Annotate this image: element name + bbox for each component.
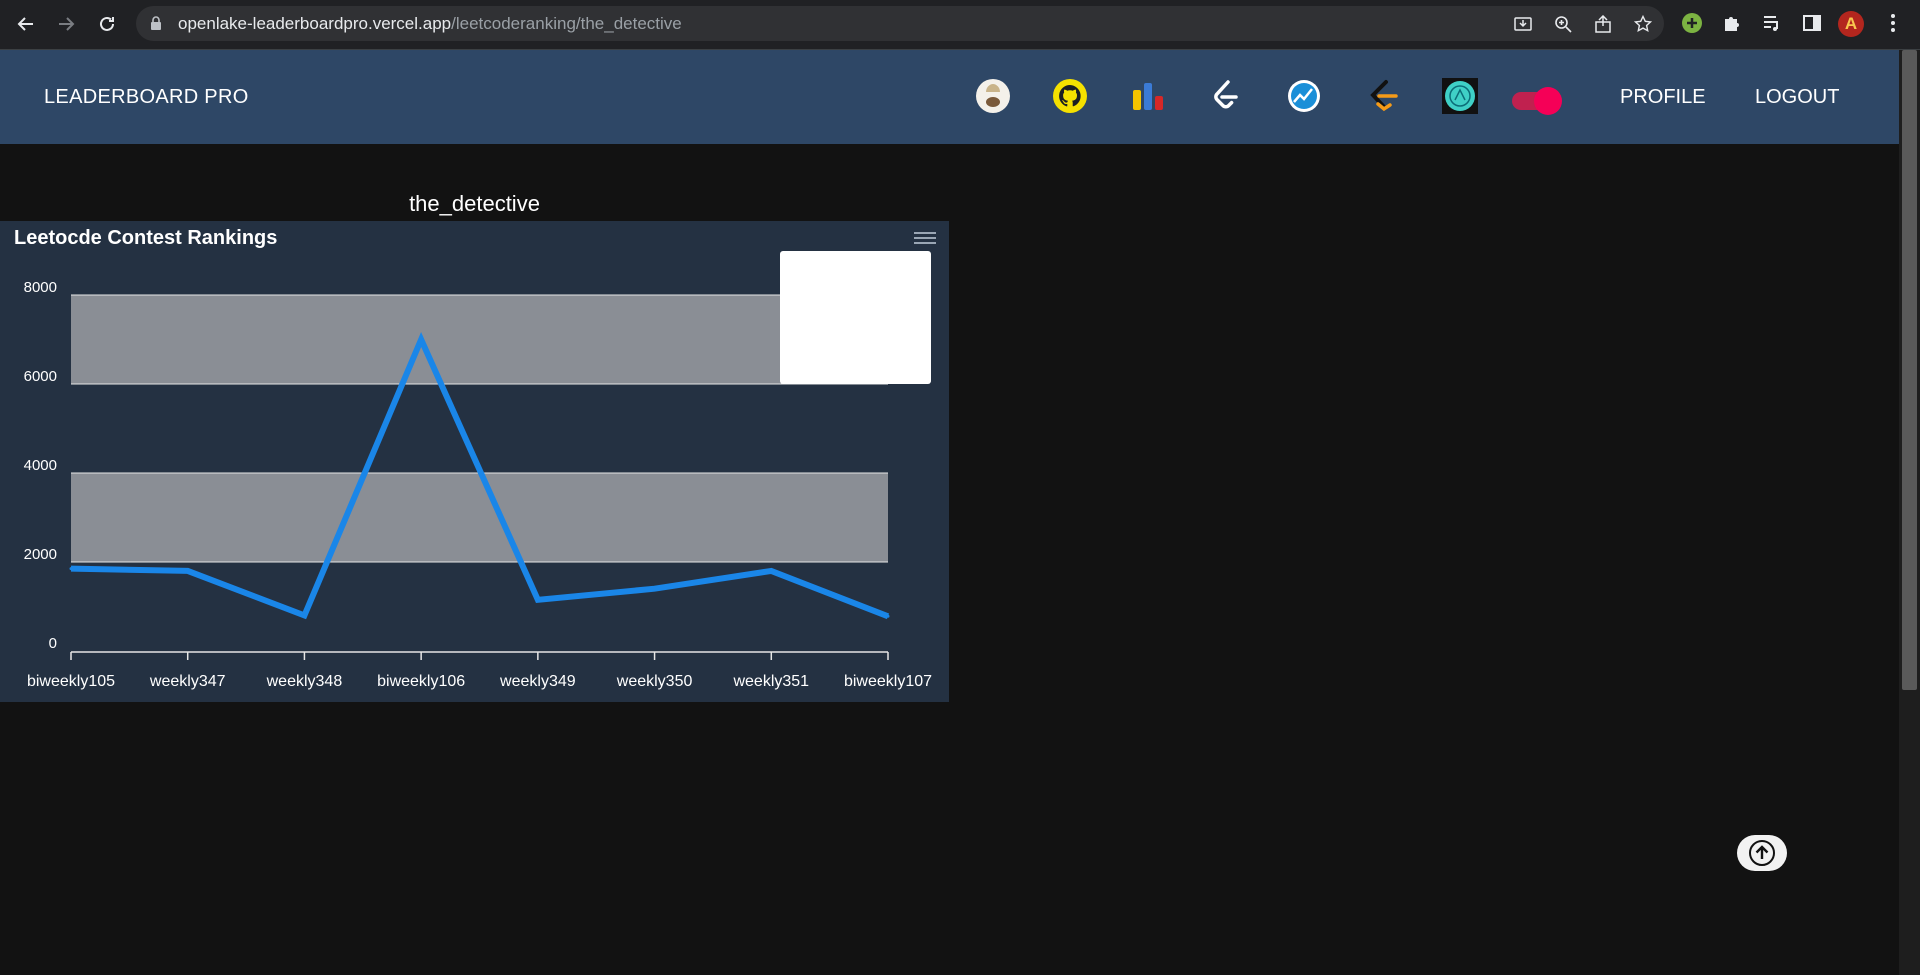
- leetcode-icon[interactable]: [1208, 78, 1244, 114]
- back-icon[interactable]: [12, 10, 40, 38]
- scroll-to-top-button[interactable]: [1737, 835, 1787, 871]
- theme-toggle[interactable]: [1512, 87, 1562, 115]
- y-tick-label: 8000: [24, 279, 57, 296]
- x-tick-label: weekly350: [616, 673, 693, 690]
- x-tick-label: weekly351: [732, 673, 809, 690]
- chart-legend: [780, 251, 931, 384]
- data-point: [302, 613, 306, 617]
- data-point: [186, 569, 190, 573]
- menu-icon[interactable]: [1880, 10, 1906, 36]
- data-point: [769, 569, 773, 573]
- scrollbar-thumb[interactable]: [1902, 50, 1917, 690]
- logout-link[interactable]: LOGOUT: [1755, 86, 1839, 109]
- x-tick-label: weekly348: [266, 673, 343, 690]
- data-point: [886, 614, 890, 618]
- y-tick-label: 4000: [24, 457, 57, 474]
- brand-title[interactable]: LEADERBOARD PRO: [44, 86, 249, 109]
- profile-link[interactable]: PROFILE: [1620, 86, 1706, 109]
- x-tick-label: weekly349: [499, 673, 576, 690]
- page-scrollbar[interactable]: [1899, 50, 1920, 975]
- x-tick-label: weekly347: [149, 673, 226, 690]
- x-tick-label: biweekly106: [377, 673, 465, 690]
- forward-icon[interactable]: [52, 10, 80, 38]
- openlake-icon[interactable]: [1442, 78, 1478, 114]
- address-bar[interactable]: openlake-leaderboardpro.vercel.app/leetc…: [136, 6, 1664, 41]
- x-tick-label: biweekly105: [27, 673, 115, 690]
- plot-band: [71, 473, 888, 562]
- contest-ranking-chart: Leetocde Contest Rankings 0 2000 4000 6000 8…: [0, 221, 949, 702]
- puzzle-icon[interactable]: [1719, 10, 1745, 36]
- plot-band: [71, 295, 888, 384]
- data-point: [69, 567, 73, 571]
- browser-toolbar: openlake-leaderboardpro.vercel.app/leetc…: [0, 0, 1920, 50]
- arrow-up-icon: [1749, 840, 1775, 866]
- data-point: [653, 587, 657, 591]
- x-tick-label: biweekly107: [844, 673, 932, 690]
- zoom-icon[interactable]: [1553, 14, 1573, 34]
- bar-chart-icon[interactable]: [1130, 78, 1166, 114]
- bookmark-star-icon[interactable]: [1633, 14, 1653, 34]
- reload-icon[interactable]: [93, 10, 121, 38]
- toggle-knob[interactable]: [1534, 87, 1562, 115]
- codeforces-icon[interactable]: [1286, 78, 1322, 114]
- username-heading: the_detective: [409, 191, 540, 216]
- y-tick-label: 0: [49, 635, 57, 652]
- y-tick-label: 2000: [24, 546, 57, 563]
- github-icon[interactable]: [1052, 78, 1088, 114]
- data-point: [536, 598, 540, 602]
- extension-icon[interactable]: [1679, 10, 1705, 36]
- leetcode-ranking-icon[interactable]: [1364, 78, 1400, 114]
- data-point: [419, 338, 423, 341]
- codechef-icon[interactable]: [975, 78, 1011, 114]
- install-app-icon[interactable]: [1513, 14, 1533, 34]
- media-icon[interactable]: [1759, 10, 1785, 36]
- sidebar-icon[interactable]: [1799, 10, 1825, 36]
- profile-avatar[interactable]: A: [1838, 11, 1864, 37]
- share-icon[interactable]: [1593, 14, 1613, 34]
- lock-icon[interactable]: [150, 15, 162, 36]
- app-navbar: LEADERBOARD PRO PROFILE LOGOUT: [0, 50, 1899, 144]
- url-text[interactable]: openlake-leaderboardpro.vercel.app/leetc…: [178, 14, 682, 34]
- y-tick-label: 6000: [24, 368, 57, 385]
